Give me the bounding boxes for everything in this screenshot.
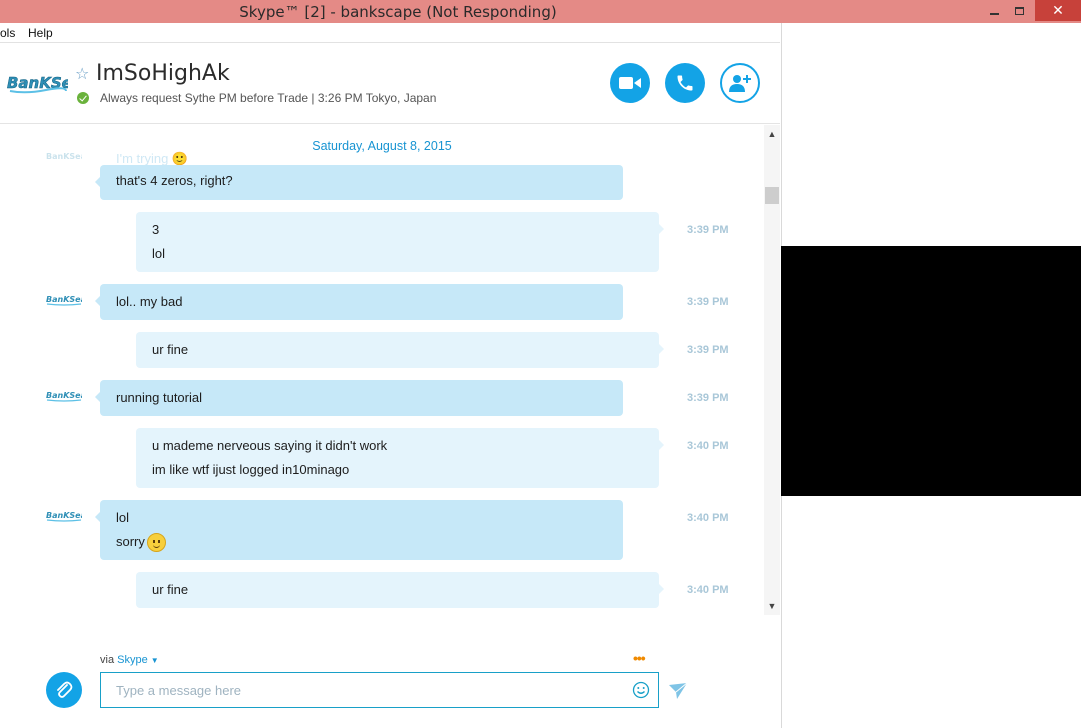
svg-text:BanKSeaN: BanKSeaN [46, 152, 82, 161]
scroll-down-icon[interactable]: ▼ [764, 599, 780, 613]
message-timestamp: 3:40 PM [687, 512, 729, 524]
message-text: lol [152, 246, 166, 261]
message-bubble[interactable]: ur fine [136, 332, 664, 368]
emoticon-icon[interactable] [632, 681, 650, 699]
message-bubble[interactable]: running tutorial [95, 380, 623, 416]
message-text: that's 4 zeros, right? [116, 169, 607, 193]
send-icon[interactable] [669, 683, 687, 699]
message-text: lol [116, 510, 130, 525]
window-title: Skype™ [2] - bankscape (Not Responding) [239, 3, 557, 21]
phone-icon [677, 75, 693, 91]
smile-emoji-icon [146, 533, 166, 553]
svg-text:BanKSeaN: BanKSeaN [46, 511, 82, 520]
svg-text:BanKSeaN: BanKSeaN [46, 391, 82, 400]
svg-text:BanKSeaN: BanKSeaN [7, 74, 68, 92]
date-separator: Saturday, August 8, 2015 [312, 139, 452, 153]
via-link[interactable]: Skype [117, 654, 148, 666]
message-text: that's 4 zeros, right? [116, 173, 233, 188]
message-text: 3 [152, 218, 643, 242]
message-bubble[interactable]: lol.. my bad [95, 284, 623, 320]
message-text: u mademe nerveous saying it didn't work [152, 434, 643, 458]
sender-avatar[interactable]: BanKSeaN [46, 292, 82, 306]
scroll-thumb[interactable] [765, 187, 779, 204]
redacted-area [781, 246, 1081, 496]
message-bubble[interactable]: 3 lol [136, 212, 664, 272]
message-text: 3 [152, 222, 160, 237]
composer: via Skype ▼ ••• [0, 615, 780, 728]
scroll-up-icon[interactable]: ▲ [764, 127, 780, 141]
typing-indicator-icon: ••• [633, 650, 646, 666]
message-text: ur fine [152, 342, 189, 357]
chevron-down-icon[interactable]: ▼ [151, 656, 159, 665]
mood-message: Always request Sythe PM before Trade | 3… [100, 91, 437, 105]
message-text: lol.. my bad [116, 290, 607, 314]
title-bar: Skype™ [2] - bankscape (Not Responding) … [0, 0, 1081, 23]
add-contact-button[interactable] [720, 63, 760, 103]
message-text: im like wtf ijust logged in10minago [152, 458, 643, 482]
svg-text:BanKSeaN: BanKSeaN [46, 295, 82, 304]
close-icon: ✕ [1052, 2, 1064, 18]
message-timestamp: 3:39 PM [687, 392, 729, 404]
message-input[interactable] [100, 672, 659, 708]
message-text: sorry [116, 530, 607, 554]
message-text: u mademe nerveous saying it didn't work [152, 438, 388, 453]
restore-button[interactable] [1006, 0, 1032, 21]
message-timestamp: 3:39 PM [687, 224, 729, 236]
message-text: ur fine [152, 338, 643, 362]
contact-name[interactable]: ImSoHighAk [96, 61, 230, 86]
message-text: ur fine [152, 578, 643, 602]
favorite-star-icon[interactable]: ☆ [75, 64, 89, 84]
online-status-icon [77, 92, 89, 104]
message-text: im like wtf ijust logged in10minago [152, 462, 350, 477]
message-timestamp: 3:39 PM [687, 344, 729, 356]
message-text: lol [116, 506, 607, 530]
message-text: sorry [116, 534, 145, 549]
menu-bar: ols Help [0, 23, 780, 43]
message-bubble[interactable]: lol sorry [95, 500, 623, 560]
voice-call-button[interactable] [665, 63, 705, 103]
video-call-button[interactable] [610, 63, 650, 103]
via-selector[interactable]: via Skype ▼ [100, 654, 159, 666]
minimize-button[interactable] [982, 0, 1006, 21]
message-timestamp: 3:39 PM [687, 296, 729, 308]
via-label: via [100, 654, 115, 666]
message-bubble[interactable]: u mademe nerveous saying it didn't work i… [136, 428, 664, 488]
close-button[interactable]: ✕ [1035, 0, 1081, 21]
message-text: lol [152, 242, 643, 266]
message-text: lol.. my bad [116, 294, 183, 309]
menu-item-tools[interactable]: ols [0, 26, 15, 40]
chat-scrollbar[interactable]: ▲ ▼ [764, 125, 780, 615]
message-timestamp: 3:40 PM [687, 584, 729, 596]
sender-avatar[interactable]: BanKSeaN [46, 508, 82, 522]
attach-button[interactable] [46, 672, 82, 708]
sender-avatar[interactable]: BanKSeaN [46, 388, 82, 402]
message-bubble[interactable]: that's 4 zeros, right? [95, 165, 623, 200]
message-text: running tutorial [116, 390, 202, 405]
minimize-icon [989, 12, 999, 15]
menu-item-help[interactable]: Help [28, 26, 53, 40]
contact-avatar[interactable]: BanKSeaN [6, 69, 68, 95]
message-timestamp: 3:40 PM [687, 440, 729, 452]
conversation-header: BanKSeaN ☆ ImSoHighAk Always request Syt… [0, 43, 780, 124]
message-text: ur fine [152, 582, 189, 597]
add-person-icon [729, 75, 751, 92]
message-text: running tutorial [116, 386, 607, 410]
chat-history[interactable]: BanKSeaN I'm trying 🙂 Saturday, August 8… [0, 125, 764, 615]
paperclip-icon [57, 681, 73, 698]
restore-icon [1014, 6, 1024, 15]
video-camera-icon [619, 77, 641, 89]
message-bubble[interactable]: ur fine [136, 572, 664, 608]
